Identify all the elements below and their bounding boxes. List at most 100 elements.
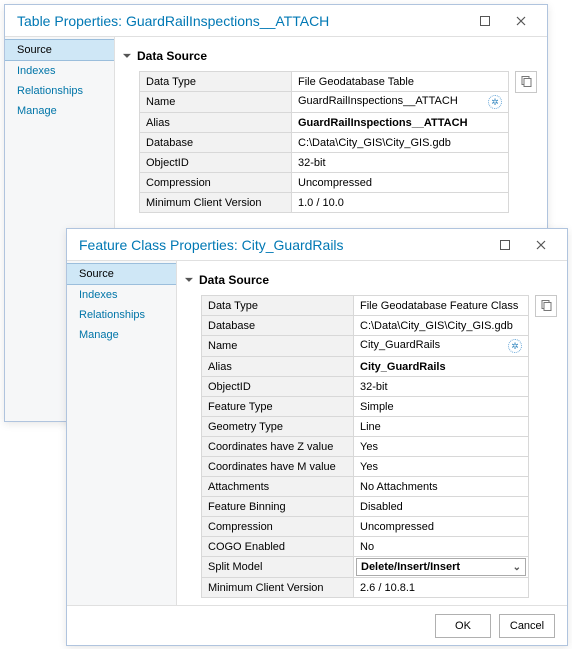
table-row: Feature TypeSimple [202,397,529,417]
prop-key: Data Type [202,296,354,316]
table-row: Data TypeFile Geodatabase Feature Class [202,296,529,316]
dialog-body: SourceIndexesRelationshipsManage Data So… [67,261,567,605]
main-panel: Data Source Data TypeFile Geodatabase Fe… [177,261,567,605]
close-button[interactable] [503,7,539,35]
table-row: NameGuardRailInspections__ATTACH✲ [140,92,509,113]
prop-value: 32-bit [292,153,509,173]
prop-value: C:\Data\City_GIS\City_GIS.gdb [292,133,509,153]
prop-value: Yes [354,457,529,477]
sidebar-item-relationships[interactable]: Relationships [67,305,176,325]
dialog-footer: OK Cancel [67,605,567,645]
prop-key: Database [202,316,354,336]
properties-grid: Data TypeFile Geodatabase Feature ClassD… [201,295,529,598]
prop-value: Simple [354,397,529,417]
dialog-title: Feature Class Properties: City_GuardRail… [79,237,487,253]
table-row: NameCity_GuardRails✲ [202,336,529,357]
prop-value: File Geodatabase Feature Class [354,296,529,316]
sidebar-item-source[interactable]: Source [5,39,114,61]
prop-value: Disabled [354,497,529,517]
prop-key: Coordinates have M value [202,457,354,477]
gear-icon[interactable]: ✲ [508,339,522,353]
split-model-select[interactable]: Delete/Insert/Insert⌄ [356,558,526,576]
sidebar-item-relationships[interactable]: Relationships [5,81,114,101]
sidebar-item-indexes[interactable]: Indexes [67,285,176,305]
prop-key: Name [140,92,292,113]
titlebar: Feature Class Properties: City_GuardRail… [67,229,567,261]
section-label: Data Source [137,49,207,63]
properties-grid-wrap: Data TypeFile Geodatabase Feature ClassD… [201,295,557,598]
prop-value: GuardRailInspections__ATTACH✲ [292,92,509,113]
table-row: Split ModelDelete/Insert/Insert⌄ [202,557,529,578]
table-row: Coordinates have Z valueYes [202,437,529,457]
sidebar-item-indexes[interactable]: Indexes [5,61,114,81]
prop-key: Attachments [202,477,354,497]
prop-key: Minimum Client Version [140,193,292,213]
table-row: DatabaseC:\Data\City_GIS\City_GIS.gdb [202,316,529,336]
prop-value: GuardRailInspections__ATTACH [292,113,509,133]
feature-class-properties-dialog: Feature Class Properties: City_GuardRail… [66,228,568,646]
prop-key: ObjectID [140,153,292,173]
prop-value: Yes [354,437,529,457]
table-row: Data TypeFile Geodatabase Table [140,72,509,92]
section-header-data-source[interactable]: Data Source [123,45,537,67]
prop-value: City_GuardRails [354,357,529,377]
sidebar-item-manage[interactable]: Manage [5,101,114,121]
table-row: Minimum Client Version1.0 / 10.0 [140,193,509,213]
properties-grid-wrap: Data TypeFile Geodatabase TableNameGuard… [139,71,537,213]
sidebar: SourceIndexesRelationshipsManage [67,261,177,605]
copy-button[interactable] [515,71,537,93]
prop-value: 1.0 / 10.0 [292,193,509,213]
table-row: COGO EnabledNo [202,537,529,557]
section-header-data-source[interactable]: Data Source [185,269,557,291]
prop-key: Compression [202,517,354,537]
prop-key: Alias [140,113,292,133]
maximize-button[interactable] [467,7,503,35]
properties-grid: Data TypeFile Geodatabase TableNameGuard… [139,71,509,213]
prop-value: No [354,537,529,557]
prop-value: No Attachments [354,477,529,497]
table-row: Coordinates have M valueYes [202,457,529,477]
table-row: ObjectID32-bit [140,153,509,173]
table-row: AliasGuardRailInspections__ATTACH [140,113,509,133]
maximize-button[interactable] [487,231,523,259]
sidebar-item-manage[interactable]: Manage [67,325,176,345]
cancel-button[interactable]: Cancel [499,614,555,638]
table-row: ObjectID32-bit [202,377,529,397]
table-row: CompressionUncompressed [202,517,529,537]
table-row: DatabaseC:\Data\City_GIS\City_GIS.gdb [140,133,509,153]
prop-key: Alias [202,357,354,377]
gear-icon[interactable]: ✲ [488,95,502,109]
chevron-down-icon [123,51,135,62]
prop-value[interactable]: Delete/Insert/Insert⌄ [354,557,529,578]
prop-key: Data Type [140,72,292,92]
table-row: Geometry TypeLine [202,417,529,437]
dialog-title: Table Properties: GuardRailInspections__… [17,13,467,29]
chevron-down-icon: ⌄ [513,562,521,573]
prop-key: Name [202,336,354,357]
prop-key: Feature Binning [202,497,354,517]
prop-key: COGO Enabled [202,537,354,557]
table-row: Minimum Client Version2.6 / 10.8.1 [202,578,529,598]
titlebar: Table Properties: GuardRailInspections__… [5,5,547,37]
prop-key: ObjectID [202,377,354,397]
chevron-down-icon [185,275,197,286]
table-row: AttachmentsNo Attachments [202,477,529,497]
prop-value: Uncompressed [354,517,529,537]
ok-button[interactable]: OK [435,614,491,638]
table-row: AliasCity_GuardRails [202,357,529,377]
prop-key: Compression [140,173,292,193]
prop-key: Coordinates have Z value [202,437,354,457]
prop-key: Feature Type [202,397,354,417]
close-button[interactable] [523,231,559,259]
prop-value: Uncompressed [292,173,509,193]
prop-key: Database [140,133,292,153]
table-row: Feature BinningDisabled [202,497,529,517]
prop-value: City_GuardRails✲ [354,336,529,357]
copy-button[interactable] [535,295,557,317]
prop-value: 2.6 / 10.8.1 [354,578,529,598]
sidebar-item-source[interactable]: Source [67,263,176,285]
prop-key: Geometry Type [202,417,354,437]
prop-value: File Geodatabase Table [292,72,509,92]
table-row: CompressionUncompressed [140,173,509,193]
prop-value: Line [354,417,529,437]
